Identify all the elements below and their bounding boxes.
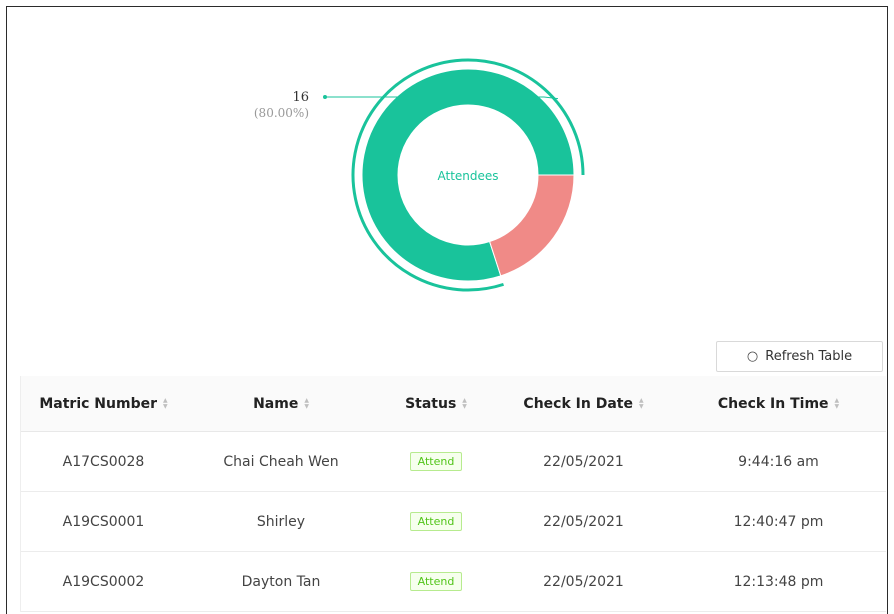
attendance-table: Matric Number ▲ ▼ Name ▲ ▼ Status ▲ ▼ Check…: [20, 376, 886, 612]
cell-matric: A19CS0001: [62, 513, 145, 530]
column-header-label: Status: [405, 395, 457, 412]
cell-check-in-time: 12:40:47 pm: [733, 513, 824, 530]
column-header-label: Name: [253, 395, 299, 412]
column-header-name[interactable]: Name ▲ ▼: [186, 396, 376, 412]
sort-icon[interactable]: ▲ ▼: [639, 397, 644, 410]
cell-name: Shirley: [256, 513, 306, 530]
slice-percent-label: (80.00%): [254, 106, 309, 120]
pie-slice-absent: [489, 174, 575, 277]
column-header-label: Check In Date: [523, 395, 633, 412]
sort-icon[interactable]: ▲ ▼: [163, 397, 168, 410]
slice-value-label: 16: [292, 90, 309, 105]
column-header-check-in-date[interactable]: Check In Date ▲ ▼: [496, 396, 671, 412]
column-header-label: Check In Time: [717, 395, 829, 412]
cell-status: Attend: [376, 512, 496, 531]
cell-check-in-time: 9:44:16 am: [738, 453, 819, 470]
cell-matric: A17CS0028: [62, 453, 145, 470]
sort-icon[interactable]: ▲ ▼: [835, 397, 840, 410]
sort-icon[interactable]: ▲ ▼: [462, 397, 467, 410]
column-header-status[interactable]: Status ▲ ▼: [376, 396, 496, 412]
cell-name: Dayton Tan: [241, 573, 321, 590]
refresh-table-label: Refresh Table: [765, 349, 853, 364]
status-badge: Attend: [409, 512, 463, 531]
cell-check-in-date: 22/05/2021: [543, 513, 624, 530]
status-badge: Attend: [409, 452, 463, 471]
table-row[interactable]: A19CS0002 Dayton Tan Attend 22/05/2021 1…: [21, 552, 886, 612]
column-header-matric[interactable]: Matric Number ▲ ▼: [21, 396, 186, 412]
cell-status: Attend: [376, 572, 496, 591]
cell-status: Attend: [376, 452, 496, 471]
refresh-table-button[interactable]: ○ Refresh Table: [716, 341, 883, 372]
attendance-donut-chart: 16 (80.00%) Attendees: [7, 7, 887, 337]
cell-matric: A19CS0002: [62, 573, 145, 590]
table-header: Matric Number ▲ ▼ Name ▲ ▼ Status ▲ ▼ Check…: [21, 376, 886, 432]
donut-svg: 16(80.00%) Attendees: [254, 58, 585, 292]
attendance-panel: 16 (80.00%) Attendees ○ Refresh Table Matr…: [6, 6, 888, 614]
cell-name: Chai Cheah Wen: [223, 453, 339, 470]
cell-check-in-date: 22/05/2021: [543, 573, 624, 590]
column-header-label: Matric Number: [39, 395, 157, 412]
slice-leader-dot: [323, 95, 327, 99]
sort-icon[interactable]: ▲ ▼: [304, 397, 309, 410]
refresh-icon: ○: [746, 349, 759, 364]
status-badge: Attend: [409, 572, 463, 591]
cell-check-in-time: 12:13:48 pm: [733, 573, 824, 590]
table-row[interactable]: A19CS0001 Shirley Attend 22/05/2021 12:4…: [21, 492, 886, 552]
table-row[interactable]: A17CS0028 Chai Cheah Wen Attend 22/05/20…: [21, 432, 886, 492]
donut-center-label: Attendees: [437, 169, 498, 183]
cell-check-in-date: 22/05/2021: [543, 453, 624, 470]
column-header-check-in-time[interactable]: Check In Time ▲ ▼: [671, 396, 886, 412]
